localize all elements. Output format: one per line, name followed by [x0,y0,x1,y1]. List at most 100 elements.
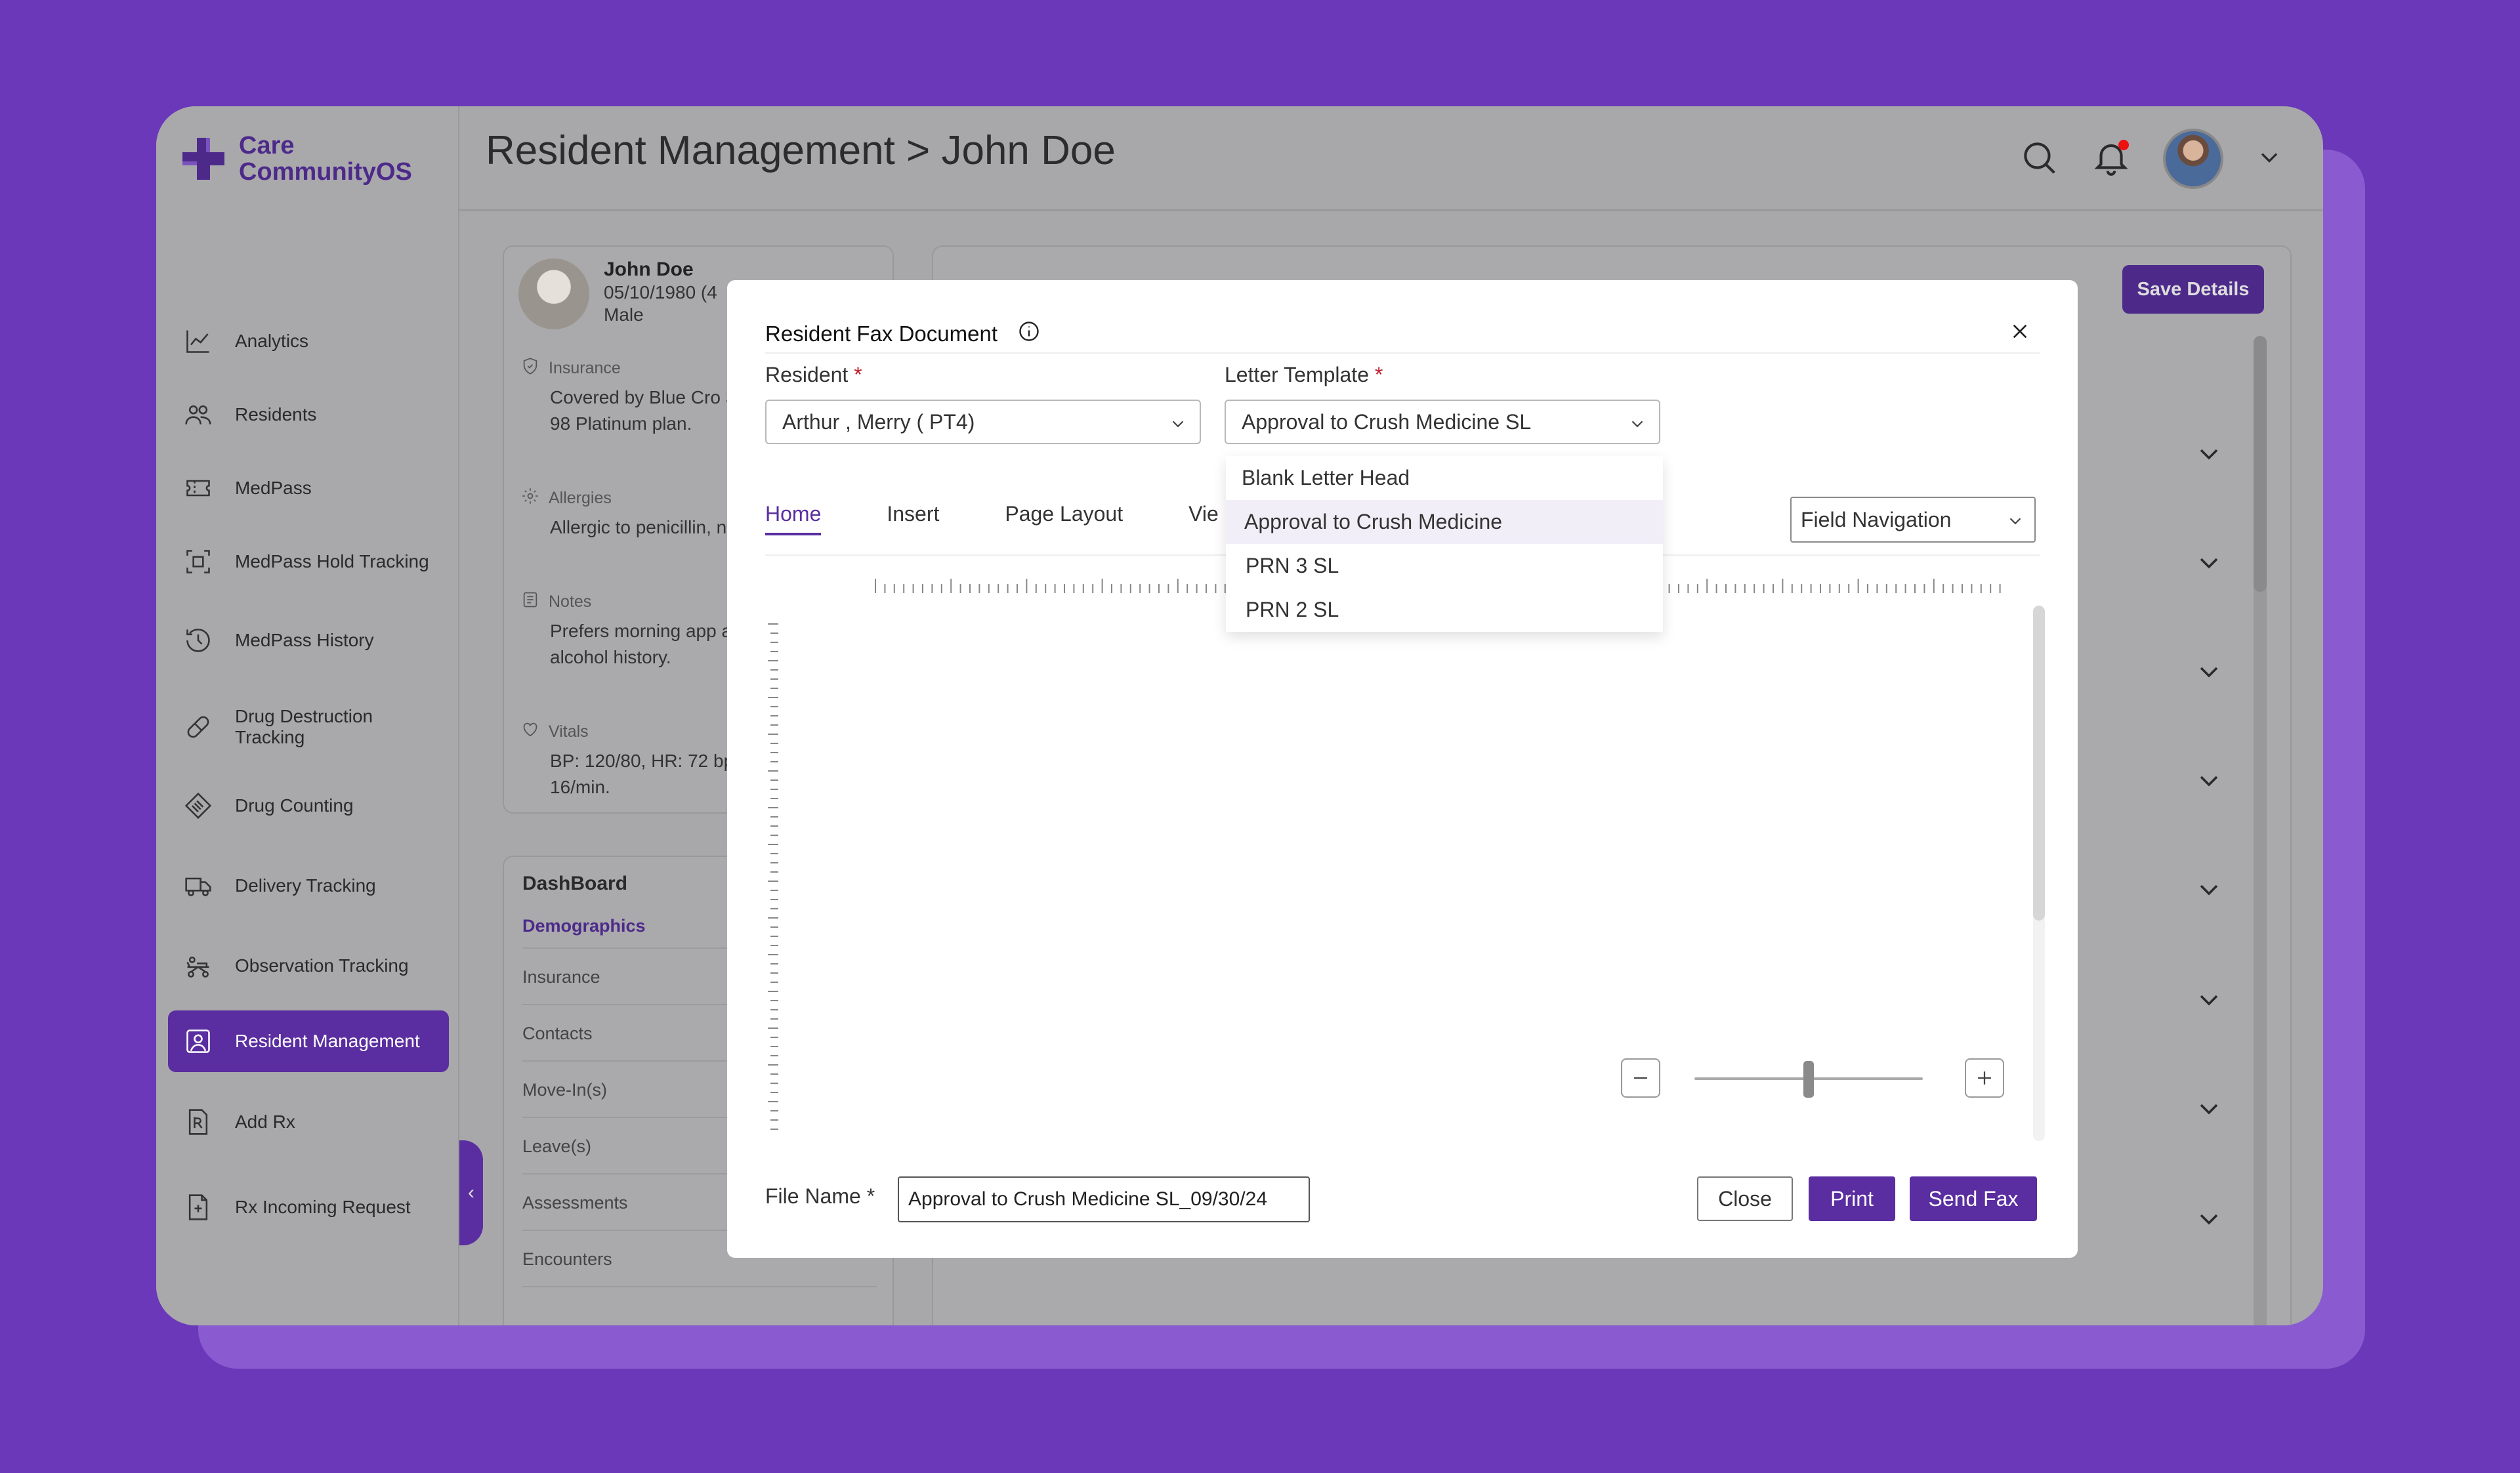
sidebar-item-delivery-tracking[interactable]: Delivery Tracking [168,854,449,917]
tab-page-layout[interactable]: Page Layout [1005,502,1123,535]
resident-label: Resident * [765,363,862,387]
letter-template-select[interactable]: Approval to Crush Medicine SL [1225,400,1660,444]
vertical-ruler [768,623,778,1130]
sidebar-item-label: Drug Destruction Tracking [235,706,373,747]
template-option-approval-to-crush-medicine[interactable]: Approval to Crush Medicine [1226,500,1663,544]
allergies-section: Allergies [521,487,612,510]
letter-template-dropdown: Blank Letter Head Approval to Crush Medi… [1226,456,1663,632]
header-actions [2019,129,2284,189]
search-icon[interactable] [2019,137,2059,181]
sidebar-item-label: Delivery Tracking [235,875,376,896]
chart-line-icon [184,327,213,356]
resident-icon [184,1027,213,1056]
template-option-prn-2-sl[interactable]: PRN 2 SL [1226,588,1663,632]
notes-label: Notes [549,592,592,611]
hold-icon [184,547,213,576]
sidebar-item-drug-counting[interactable]: Drug Counting [168,774,449,837]
pill-icon [184,713,213,741]
sidebar-item-medpass-hold-tracking[interactable]: MedPass Hold Tracking [168,530,449,593]
sidebar-item-drug-destruction-tracking[interactable]: Drug Destruction Tracking [168,695,449,758]
required-mark: * [1374,363,1383,386]
zoom-slider-thumb[interactable] [1803,1061,1814,1098]
file-name-label: File Name * [765,1184,875,1209]
vitals-label: Vitals [549,722,589,741]
template-option-prn-3-sl[interactable]: PRN 3 SL [1226,544,1663,588]
close-icon[interactable] [2009,321,2030,342]
profile-gender: Male [604,304,644,325]
sidebar-item-residents[interactable]: Residents [168,383,449,446]
sidebar-item-resident-management[interactable]: Resident Management [168,1010,449,1072]
sidebar-item-analytics[interactable]: Analytics [168,310,449,373]
info-icon[interactable] [1017,320,1041,348]
tab-home[interactable]: Home [765,502,822,535]
sidebar-item-label: Rx Incoming Request [235,1197,411,1217]
chevron-down-icon [1631,421,1643,428]
zoom-out-button[interactable] [1621,1058,1660,1098]
truck-icon [184,871,213,900]
vitals-section: Vitals [521,720,589,743]
letter-template-label-text: Letter Template [1225,363,1369,386]
sidebar-item-label: Residents [235,404,317,425]
main-scrollbar[interactable] [2254,336,2267,1325]
resident-label-text: Resident [765,363,849,386]
chevron-down-icon[interactable] [2255,143,2284,175]
rx-icon [184,1108,213,1136]
chevron-down-icon[interactable] [2193,1093,2225,1125]
header: Resident Management > John Doe [459,106,2323,211]
editor-tabs: Home Insert Page Layout Vie [765,502,1284,535]
required-mark: * [866,1184,875,1208]
stretcher-icon [184,951,213,980]
save-details-button[interactable]: Save Details [2122,265,2264,314]
file-name-input[interactable]: Approval to Crush Medicine SL_09/30/24 [898,1176,1310,1222]
print-button[interactable]: Print [1809,1176,1895,1221]
sidebar-item-medpass[interactable]: MedPass [168,457,449,520]
notification-bell-icon[interactable] [2091,137,2132,181]
sidebar-item-label: Drug Counting [235,795,354,816]
letter-template-label: Letter Template * [1225,363,1383,387]
sidebar-collapse-toggle[interactable]: ‹ [459,1140,483,1245]
sidebar-item-label: MedPass [235,478,312,498]
sidebar-item-label: Observation Tracking [235,955,409,976]
sidebar-item-add-rx[interactable]: Add Rx [168,1090,449,1153]
document-scrollbar[interactable] [2033,606,2045,1141]
field-navigation-select[interactable]: Field Navigation [1790,497,2036,543]
chevron-down-icon [2009,518,2021,525]
logo-line-1: Care [239,132,295,159]
resident-select[interactable]: Arthur , Merry ( PT4) [765,400,1201,444]
profile-name: John Doe [604,259,694,280]
tag-icon [184,791,213,820]
chevron-down-icon[interactable] [2193,438,2225,470]
profile-photo [518,259,589,329]
sidebar-item-label: MedPass Hold Tracking [235,551,429,571]
close-button[interactable]: Close [1697,1176,1793,1221]
shield-icon [521,357,539,380]
template-option-blank-letter-head[interactable]: Blank Letter Head [1226,456,1663,500]
insurance-label: Insurance [549,359,621,377]
avatar[interactable] [2163,129,2223,189]
gear-icon [521,487,539,510]
minus-icon [1634,1077,1647,1079]
chevron-down-icon[interactable] [2193,1203,2225,1235]
chevron-down-icon[interactable] [2193,874,2225,905]
required-mark: * [854,363,862,386]
chevron-down-icon[interactable] [2193,656,2225,688]
main-scrollbar-thumb[interactable] [2254,336,2267,592]
logo-line-2: CommunityOS [239,158,412,186]
document-scrollbar-thumb[interactable] [2033,606,2045,921]
letter-template-value: Approval to Crush Medicine SL [1242,409,1532,434]
sidebar-item-observation-tracking[interactable]: Observation Tracking [168,934,449,997]
send-fax-button[interactable]: Send Fax [1910,1176,2037,1221]
logo-mark-icon [180,135,227,182]
chevron-down-icon[interactable] [2193,765,2225,797]
page-title: Resident Management > John Doe [486,128,1116,173]
allergies-label: Allergies [549,489,612,507]
tab-insert[interactable]: Insert [887,502,939,535]
chevron-left-icon: ‹ [468,1182,474,1203]
modal-divider [765,352,2040,354]
tab-view[interactable]: Vie [1188,502,1219,535]
chevron-down-icon[interactable] [2193,547,2225,579]
sidebar-item-medpass-history[interactable]: MedPass History [168,609,449,672]
sidebar-item-rx-incoming-request[interactable]: Rx Incoming Request [168,1176,449,1239]
zoom-in-button[interactable] [1965,1058,2004,1098]
chevron-down-icon[interactable] [2193,984,2225,1016]
